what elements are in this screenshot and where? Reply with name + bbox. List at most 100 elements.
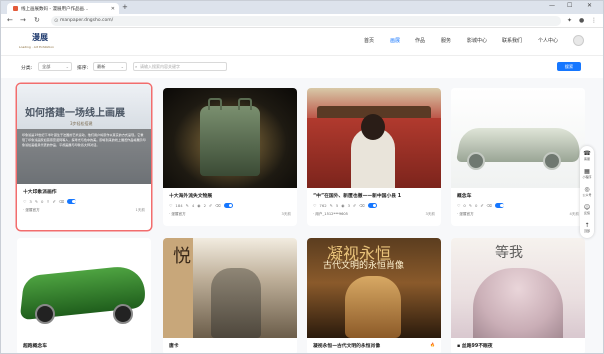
search-placeholder: 请输入搜索内容关键字 (140, 64, 180, 69)
visibility-toggle[interactable] (223, 203, 233, 208)
card-image[interactable]: 凝视永恒 古代文明的永恒肖像 (307, 238, 441, 338)
browser-toolbar: ← → ↻ ⊙ manpaper.dngsho.com/ ✦ ● ⋮ (1, 14, 603, 28)
card-image[interactable]: 如何搭建一场线上画展 3步轻松搭建 印象派是19世纪下半叶诞生于法国的艺术运动，… (17, 84, 151, 184)
search-button[interactable]: 搜索 (557, 62, 581, 71)
like-count: 184 (175, 203, 183, 208)
category-label: 分类: (21, 66, 33, 71)
nav-center[interactable]: 影城中心 (467, 37, 487, 44)
card-title[interactable]: ▪ 丝路99不眠夜 (457, 342, 493, 349)
nav-home[interactable]: 首页 (364, 37, 374, 44)
user-avatar[interactable] (573, 35, 584, 46)
search-input[interactable]: ⌕ 请输入搜索内容关键字 (133, 62, 227, 71)
maximize-button[interactable]: ☐ (567, 2, 572, 9)
nav-service[interactable]: 服务 (441, 37, 451, 44)
card-title[interactable]: 超跑概念车 (23, 342, 47, 349)
sort-value: 最新 (97, 64, 106, 69)
exhibition-card[interactable]: “中”在国外、新匿也撤——新中国小县 1 ♡ 762 ✎ 5 ◉ 3 ✐ ⌫ · 用户… (307, 88, 441, 226)
delete-icon[interactable]: ⌫ (59, 199, 64, 204)
edit-icon[interactable]: ✐ (53, 199, 56, 204)
card-image[interactable]: 等我 (451, 238, 585, 338)
card-author: · 漫展官方 (23, 208, 40, 212)
image-subheading: 古代文明的永恒肖像 (323, 261, 405, 271)
close-window-button[interactable]: ✕ (587, 2, 592, 9)
like-count: 3 (29, 199, 32, 204)
comment-count: 5 (335, 203, 339, 208)
delete-icon[interactable]: ⌫ (487, 203, 492, 208)
exhibition-card[interactable]: 等我 ▪ 丝路99不眠夜 (451, 238, 585, 353)
site-logo[interactable]: 漫展 Loading · Art Exhibition (19, 32, 59, 52)
edit-icon[interactable]: ✐ (353, 203, 356, 208)
card-title[interactable]: 十大海外流失文物展 (169, 192, 212, 199)
like-icon[interactable]: ♡ (457, 203, 460, 208)
nav-profile[interactable]: 个人中心 (538, 37, 558, 44)
close-tab-icon[interactable]: ✕ (111, 6, 115, 12)
card-image[interactable] (17, 238, 151, 338)
delete-icon[interactable]: ⌫ (215, 203, 220, 208)
card-image[interactable] (451, 88, 585, 188)
exhibition-card[interactable]: 如何搭建一场线上画展 3步轻松搭建 印象派是19世纪下半叶诞生于法国的艺术运动，… (17, 84, 151, 230)
comment-icon[interactable]: ✎ (35, 199, 38, 204)
card-title[interactable]: 概念车 (457, 192, 471, 199)
comment-icon[interactable]: ✎ (186, 203, 189, 208)
sort-select[interactable]: 最新 ⌄ (93, 62, 127, 71)
card-title[interactable]: 凝视永恒—古代文明的永恒肖像 (313, 342, 380, 349)
new-tab-button[interactable]: + (122, 3, 128, 11)
profile-icon[interactable]: ● (579, 17, 584, 24)
like-count: 762 (319, 203, 327, 208)
like-icon[interactable]: ♡ (313, 203, 316, 208)
delete-icon[interactable]: ⌫ (359, 203, 364, 208)
card-image[interactable] (307, 88, 441, 188)
view-count: 2 (203, 203, 207, 208)
card-image[interactable] (163, 88, 297, 188)
filter-bar: 分类: 全部 ⌄ 排序: 最新 ⌄ ⌕ 请输入搜索内容关键字 搜索 (1, 56, 603, 78)
card-meta: ♡ 0 ✎ 0 ✐ ⌫ (457, 203, 504, 208)
card-meta: ♡ 762 ✎ 5 ◉ 3 ✐ ⌫ (313, 203, 377, 208)
nav-exhibition[interactable]: 画展 (390, 37, 400, 44)
sidebar-service[interactable]: ☎ 客服 (580, 150, 594, 161)
menu-icon[interactable]: ⋮ (591, 17, 597, 24)
visibility-toggle[interactable] (367, 203, 377, 208)
floating-sidebar: ☎ 客服 ▦ 小程序 ◎ 公众号 ☺ 反馈 ↑ 顶部 (580, 146, 594, 238)
comment-icon[interactable]: ✎ (469, 203, 472, 208)
like-icon[interactable]: ♡ (23, 199, 26, 204)
edit-icon[interactable]: ✐ (480, 203, 483, 208)
card-meta: ♡ 3 ✎ 0 ⇪ ✐ ⌫ (23, 199, 77, 204)
minimize-button[interactable]: — (549, 2, 555, 9)
category-select[interactable]: 全部 ⌄ (38, 62, 72, 71)
comment-count: 0 (475, 203, 478, 208)
forward-icon[interactable]: → (20, 16, 26, 24)
card-author: · 漫展官方 (169, 212, 186, 216)
exhibition-card[interactable]: 概念车 ♡ 0 ✎ 0 ✐ ⌫ · 漫展官方 4天前 (451, 88, 585, 226)
browser-tab[interactable]: 线上画展数码 - 漫展用户作品画… ✕ (7, 3, 119, 14)
comment-count: 4 (191, 203, 195, 208)
back-icon[interactable]: ← (7, 16, 13, 24)
view-count: 3 (347, 203, 351, 208)
edit-icon[interactable]: ✐ (209, 203, 212, 208)
nav-works[interactable]: 作品 (415, 37, 425, 44)
comment-icon[interactable]: ✎ (330, 203, 333, 208)
search-icon: ⌕ (135, 64, 138, 69)
reload-icon[interactable]: ↻ (34, 16, 40, 24)
address-bar[interactable]: ⊙ manpaper.dngsho.com/ (51, 16, 561, 26)
card-title[interactable]: 十大印象派画作 (23, 188, 57, 195)
exhibition-card[interactable]: 超跑概念车 (17, 238, 151, 353)
sidebar-top[interactable]: ↑ 顶部 (580, 222, 594, 233)
extensions-icon[interactable]: ✦ (567, 17, 572, 24)
card-image[interactable]: 悦 (163, 238, 297, 338)
card-title[interactable]: 唐卡 (169, 342, 179, 349)
visibility-toggle[interactable] (67, 199, 77, 204)
site-info-icon[interactable]: ⊙ (54, 16, 58, 26)
exhibition-card[interactable]: 悦 唐卡 (163, 238, 297, 353)
exhibition-card[interactable]: 十大海外流失文物展 ♡ 184 ✎ 4 ◉ 2 ✐ ⌫ · 漫展官方 3天前 (163, 88, 297, 226)
site-header: 漫展 Loading · Art Exhibition 首页 画展 作品 服务 … (1, 28, 603, 56)
sidebar-miniprogram[interactable]: ▦ 小程序 (580, 168, 594, 179)
card-time: 1天前 (135, 208, 145, 212)
like-icon[interactable]: ♡ (169, 203, 172, 208)
visibility-toggle[interactable] (495, 203, 504, 208)
nav-contact[interactable]: 联系我们 (502, 37, 522, 44)
sidebar-feedback[interactable]: ☺ 反馈 (580, 204, 594, 215)
share-icon[interactable]: ⇪ (46, 199, 49, 204)
sidebar-official[interactable]: ◎ 公众号 (580, 186, 594, 197)
exhibition-card[interactable]: 凝视永恒 古代文明的永恒肖像 凝视永恒—古代文明的永恒肖像 🔥 (307, 238, 441, 353)
card-title[interactable]: “中”在国外、新匿也撤——新中国小县 1 (313, 192, 401, 199)
